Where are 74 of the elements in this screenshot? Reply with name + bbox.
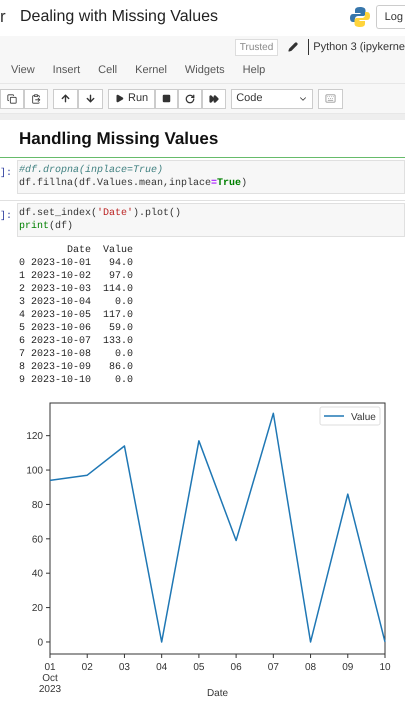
x-tick-label: 04 [156,662,168,672]
x-tick-label: 02 [82,662,93,672]
restart-icon [185,94,196,104]
output-line: 9 2023-10-10 0.0 [19,374,134,386]
y-tick-label: 60 [32,534,43,545]
x-tick-label: 01 Oct 2023 [38,662,62,694]
cell-prompt: ]: [0,210,14,224]
run-all-button[interactable] [202,88,226,108]
code-editor[interactable]: df.set_index('Date').plot() print(df) [17,202,405,236]
stop-icon [162,94,172,103]
x-axis-label: Date [206,688,228,698]
code-cell[interactable]: ]: #df.dropna(inplace=True) df.fillna(df.Values.mean,inplace=True) [0,156,405,196]
kernel-name: Python 3 (ipykerne [308,38,405,56]
x-tick-label: 05 [193,662,204,672]
output-line: 7 2023-10-08 0.0 [19,348,134,360]
keyboard-button[interactable] [318,88,344,108]
output-line: 0 2023-10-01 94.0 [19,256,134,270]
code-line: print(df) [19,220,74,232]
notebook-title[interactable]: Dealing with Missing Values [20,5,218,29]
arrow-down-icon [85,93,96,104]
y-tick-label: 20 [32,602,43,614]
output-line: Date Value [66,244,134,256]
keyboard-icon [325,93,336,104]
restart-button[interactable] [178,88,202,108]
output-line: 5 2023-10-06 59.0 [19,322,134,334]
menu-item[interactable]: Insert [52,62,80,79]
y-tick-label: 0 [37,636,43,648]
x-tick-label: 03 [118,662,130,672]
paste-icon [31,94,41,104]
arrow-up-icon [60,93,71,104]
login-button[interactable]: Log [376,5,405,29]
output-line: 6 2023-10-07 133.0 [19,334,134,348]
output-line: 8 2023-10-09 86.0 [19,360,134,374]
menu-item[interactable]: Help [242,62,266,79]
code-line: df.fillna(df.Values.mean,inplace=True) [19,176,248,190]
python-logo-icon [348,6,371,28]
y-tick-label: 100 [26,465,43,476]
menu-item[interactable]: Cell [98,62,118,79]
menu-item[interactable]: View [11,62,35,79]
code-editor[interactable]: #df.dropna(inplace=True) df.fillna(df.Values.mean,inplace=True) [17,160,405,194]
code-line: #df.dropna(inplace=True) [19,164,164,176]
y-tick-label: 120 [26,430,43,442]
logo-text: r [0,6,7,28]
section-heading: Handling Missing Values [19,128,220,150]
x-tick-label: 06 [230,662,242,672]
paste-button[interactable] [24,88,48,108]
move-up-button[interactable] [53,88,78,108]
cell-type-select[interactable]: Code [231,88,314,108]
output-line: 3 2023-10-04 0.0 [19,296,134,308]
x-tick-label: 10 [379,662,391,672]
trusted-indicator[interactable]: Trusted [234,38,278,56]
x-tick-label: 09 [342,662,354,672]
legend-label: Value [351,412,376,422]
chart-legend: Value [320,406,380,425]
output-line: 1 2023-10-02 97.0 [19,270,134,282]
copy-icon [7,94,17,104]
move-down-button[interactable] [78,88,103,108]
output-line: 2 2023-10-03 114.0 [19,282,134,296]
x-tick-label: 07 [268,662,279,672]
y-tick-label: 40 [32,568,43,580]
menu-item[interactable]: Kernel [135,62,167,79]
pencil-icon[interactable] [288,42,298,52]
code-line: df.set_index('Date').plot() [19,206,182,220]
output-line: 4 2023-10-05 117.0 [19,308,134,322]
copy-button[interactable] [0,88,24,108]
fast-forward-icon [209,94,220,104]
y-tick-label: 80 [32,499,43,510]
x-tick-label: 08 [305,662,316,672]
play-icon [115,94,124,103]
stop-button[interactable] [155,88,178,108]
menu-item[interactable]: Widgets [184,62,225,79]
cell-prompt: ]: [0,166,14,180]
run-button[interactable]: Run [108,88,156,108]
code-cell[interactable]: ]: df.set_index('Date').plot() print(df) [0,200,405,238]
